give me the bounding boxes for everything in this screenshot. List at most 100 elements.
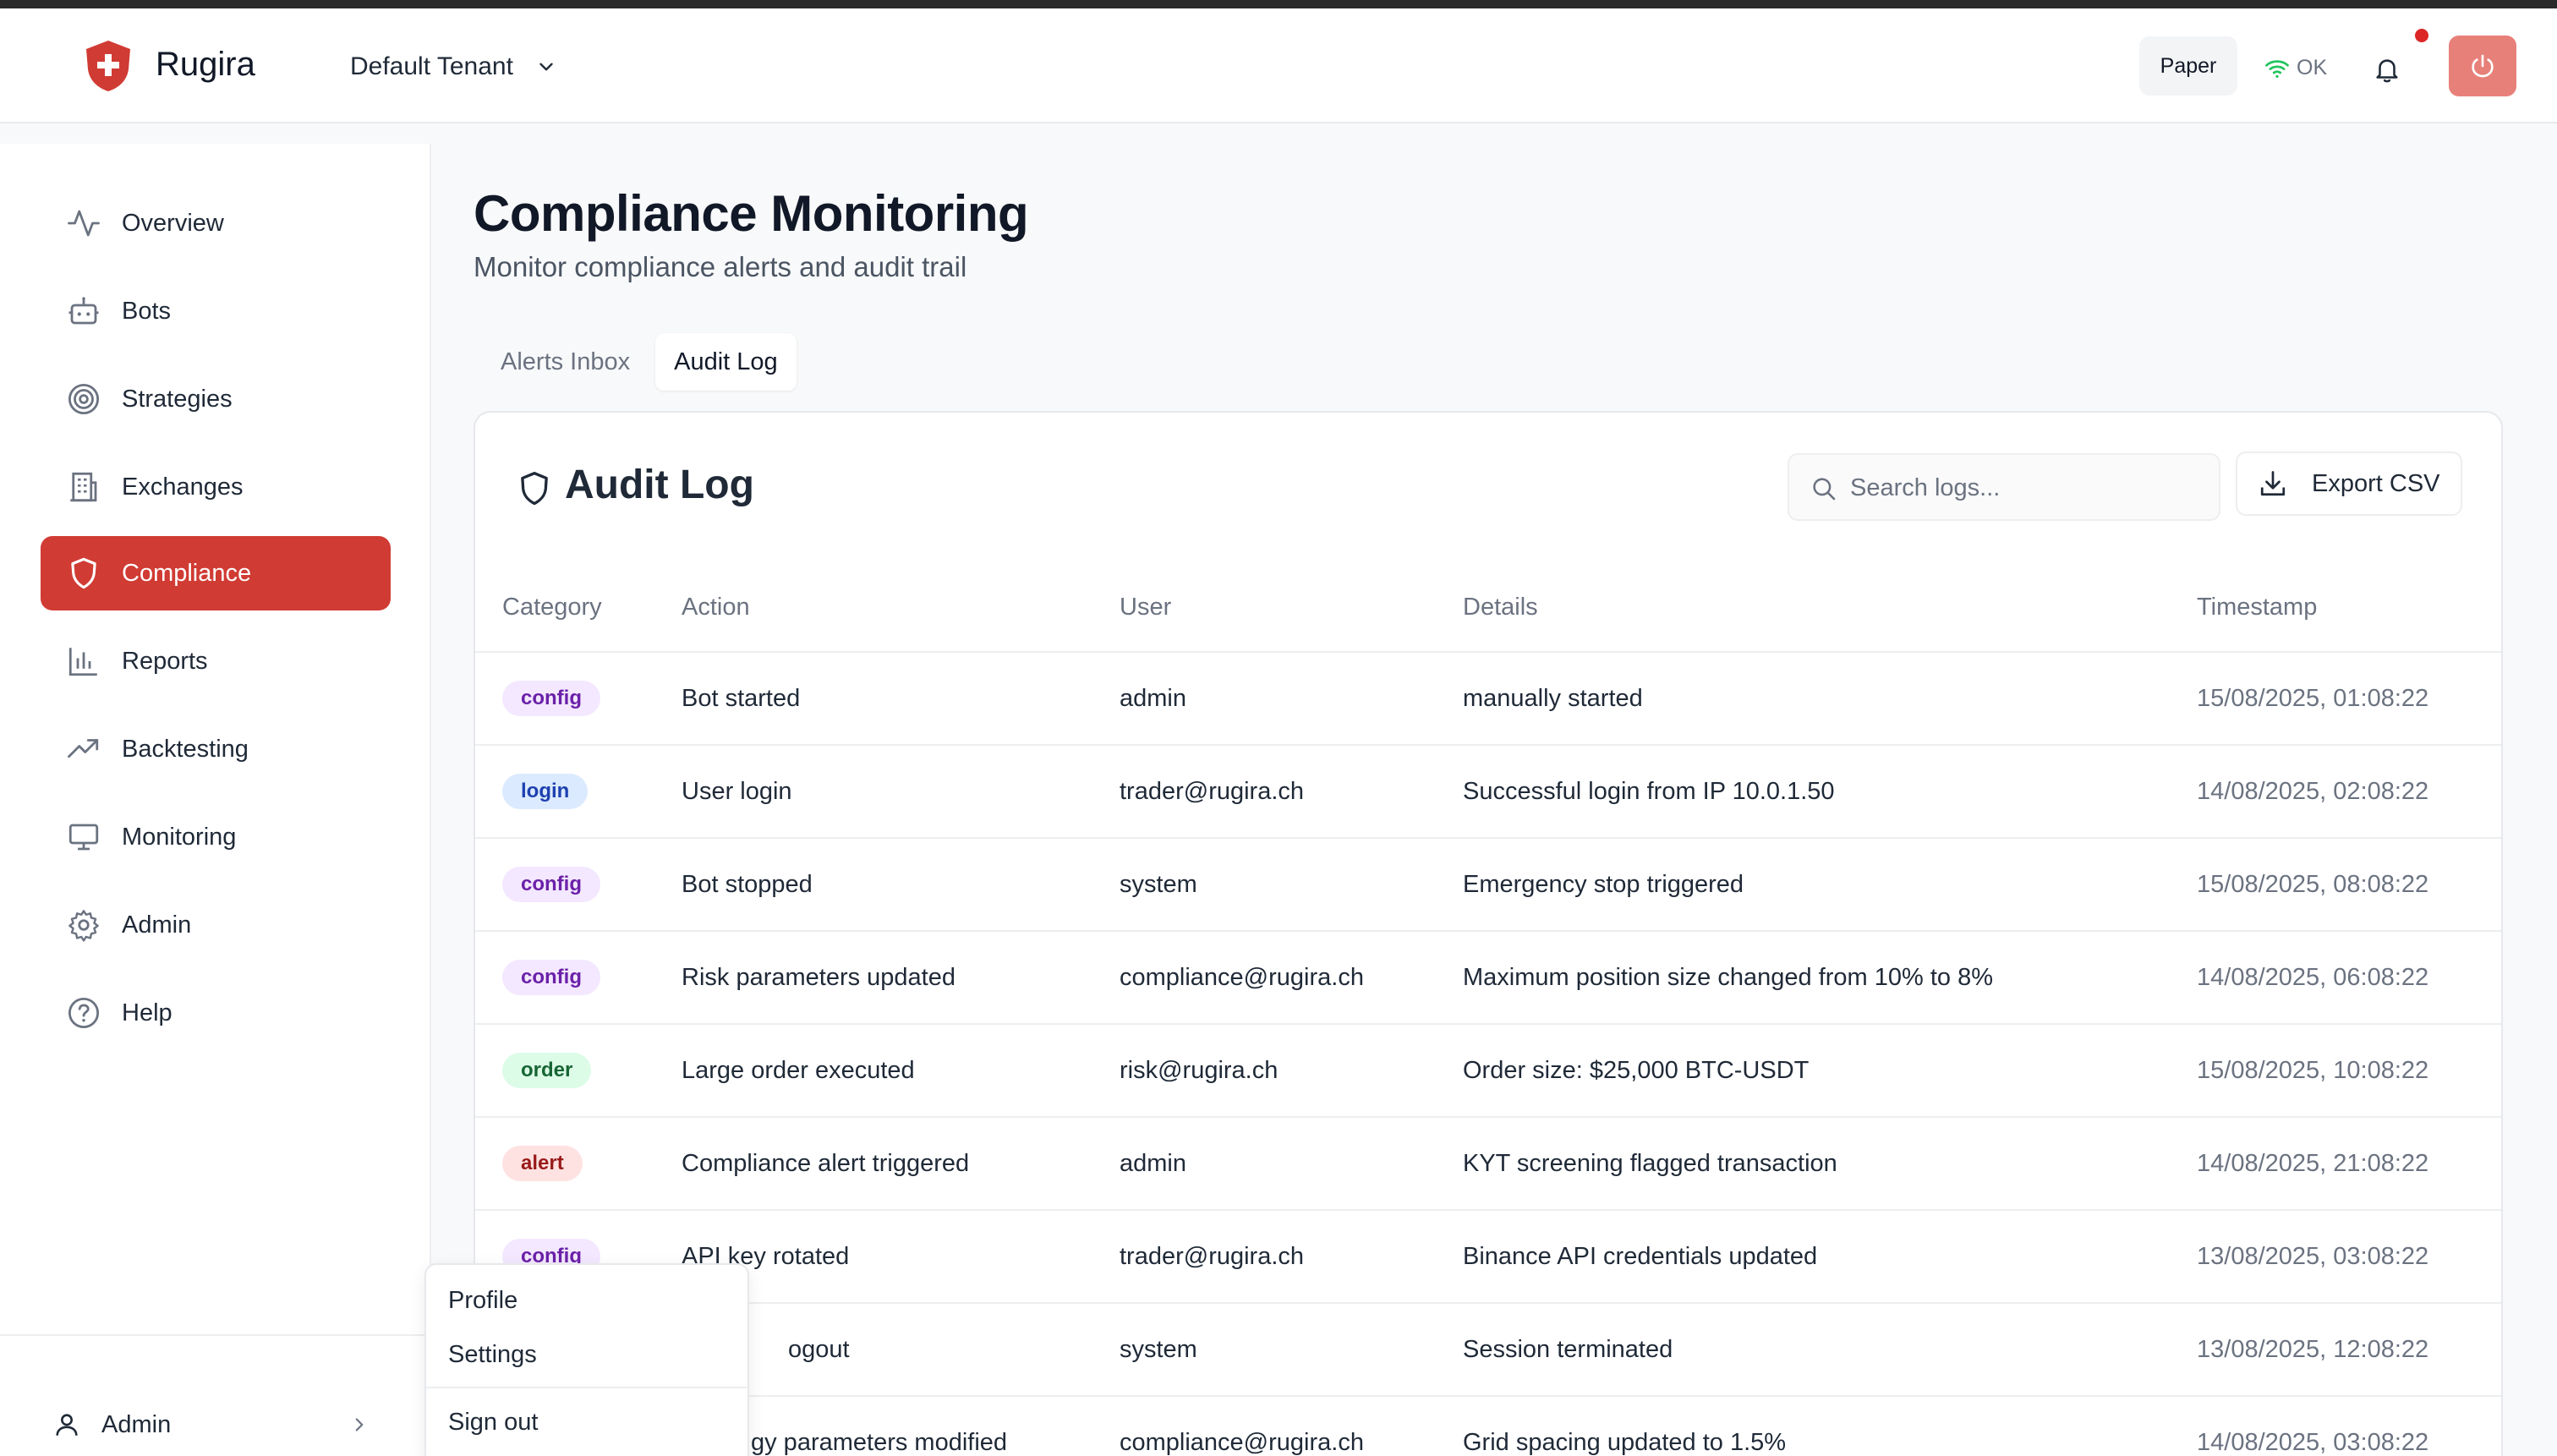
details-cell: Emergency stop triggered	[1463, 871, 1744, 898]
details-cell: Successful login from IP 10.0.1.50	[1463, 778, 1835, 805]
timestamp-cell: 15/08/2025, 08:08:22	[2197, 871, 2429, 898]
export-csv-button[interactable]: Export CSV	[2236, 452, 2462, 516]
sidebar-item-backtesting[interactable]: Backtesting	[41, 712, 391, 786]
activity-icon	[68, 210, 100, 237]
search-icon	[1813, 478, 1836, 501]
page-subtitle: Monitor compliance alerts and audit trai…	[474, 251, 967, 282]
category-badge: config	[502, 960, 600, 995]
sidebar: Overview Bots Strategies Exchanges Compl…	[0, 144, 431, 1456]
shield-icon	[521, 472, 548, 506]
column-header-details[interactable]: Details	[1463, 594, 1538, 621]
search-box	[1788, 453, 2220, 521]
menu-item-sign-out[interactable]: Sign out	[448, 1409, 538, 1437]
audit-log-card: Audit Log Export CSV Category Action Use…	[474, 411, 2503, 1456]
building-icon	[70, 472, 97, 502]
table-row[interactable]: config API key rotated trader@rugira.ch …	[475, 1211, 2501, 1304]
trending-up-icon	[68, 739, 99, 758]
sidebar-item-bots[interactable]: Bots	[41, 274, 391, 348]
monitor-icon	[68, 824, 99, 851]
details-cell: Binance API credentials updated	[1463, 1243, 1818, 1270]
gear-icon	[68, 910, 99, 942]
sidebar-item-strategies[interactable]: Strategies	[41, 362, 391, 436]
column-header-action[interactable]: Action	[682, 594, 750, 621]
user-cell: system	[1120, 871, 1197, 898]
action-cell: User login	[682, 778, 792, 805]
column-header-user[interactable]: User	[1120, 594, 1171, 621]
card-title: Audit Log	[565, 463, 754, 507]
timestamp-cell: 13/08/2025, 12:08:22	[2197, 1336, 2429, 1363]
sidebar-item-label: Exchanges	[122, 473, 244, 501]
sidebar-item-label: Compliance	[122, 559, 252, 587]
table-row[interactable]: alert Compliance alert triggered admin K…	[475, 1118, 2501, 1211]
bar-chart-icon	[68, 648, 97, 676]
user-cell: compliance@rugira.ch	[1120, 964, 1364, 991]
action-cell: Risk parameters updated	[682, 964, 955, 991]
sidebar-item-reports[interactable]: Reports	[41, 624, 391, 698]
sidebar-item-label: Bots	[122, 297, 172, 325]
column-header-timestamp[interactable]: Timestamp	[2197, 594, 2317, 621]
tenant-label: Default Tenant	[350, 52, 513, 80]
details-cell: KYT screening flagged transaction	[1463, 1150, 1837, 1177]
timestamp-cell: 14/08/2025, 02:08:22	[2197, 778, 2429, 805]
details-cell: Maximum position size changed from 10% t…	[1463, 964, 1994, 991]
user-cell: system	[1120, 1336, 1197, 1363]
timestamp-cell: 14/08/2025, 06:08:22	[2197, 964, 2429, 991]
user-icon	[56, 1414, 78, 1436]
sidebar-item-label: Strategies	[122, 385, 233, 413]
table-row[interactable]: config Bot stopped system Emergency stop…	[475, 839, 2501, 932]
table-row[interactable]: config Bot started admin manually starte…	[475, 653, 2501, 746]
sidebar-item-label: Monitoring	[122, 823, 237, 851]
bot-icon	[68, 297, 99, 325]
status-label: OK	[2297, 56, 2328, 79]
table-row[interactable]: config Risk parameters updated complianc…	[475, 932, 2501, 1025]
sidebar-item-admin[interactable]: Admin	[41, 888, 391, 962]
window-top-strip	[0, 0, 2557, 8]
sidebar-divider	[0, 1334, 430, 1336]
brand-name: Rugira	[156, 46, 255, 83]
user-cell: compliance@rugira.ch	[1120, 1429, 1364, 1456]
target-icon	[68, 383, 100, 415]
menu-item-settings[interactable]: Settings	[448, 1341, 537, 1369]
table-row[interactable]: ogout system Session terminated 13/08/20…	[475, 1304, 2501, 1397]
shield-logo-icon	[86, 41, 130, 91]
timestamp-cell: 15/08/2025, 10:08:22	[2197, 1057, 2429, 1084]
category-badge: login	[502, 774, 589, 809]
user-menu-trigger[interactable]: Admin	[34, 1395, 389, 1454]
timestamp-cell: 13/08/2025, 03:08:22	[2197, 1243, 2429, 1270]
sidebar-item-monitoring[interactable]: Monitoring	[41, 800, 391, 874]
details-cell: Order size: $25,000 BTC-USDT	[1463, 1057, 1810, 1084]
tab-audit-log[interactable]: Audit Log	[655, 333, 797, 391]
table-header: Category Action User Details Timestamp	[475, 568, 2501, 653]
details-cell: Session terminated	[1463, 1336, 1673, 1363]
search-input[interactable]	[1850, 467, 2205, 509]
table-row[interactable]: order Large order executed risk@rugira.c…	[475, 1025, 2501, 1118]
action-cell: Compliance alert triggered	[682, 1150, 970, 1177]
table-row[interactable]: gy parameters modified compliance@rugira…	[475, 1397, 2501, 1456]
sidebar-item-label: Overview	[122, 209, 224, 237]
details-cell: manually started	[1463, 685, 1643, 712]
tenant-selector[interactable]: Default Tenant	[350, 46, 557, 88]
menu-item-profile[interactable]: Profile	[448, 1287, 517, 1315]
user-cell: admin	[1120, 1150, 1186, 1177]
audit-log-table: Category Action User Details Timestamp c…	[475, 568, 2501, 1456]
export-csv-label: Export CSV	[2312, 469, 2440, 497]
timestamp-cell: 14/08/2025, 21:08:22	[2197, 1150, 2429, 1177]
user-name: Admin	[101, 1410, 172, 1438]
power-button[interactable]	[2449, 36, 2516, 96]
sidebar-item-help[interactable]: Help	[41, 976, 391, 1050]
notification-dot	[2415, 29, 2428, 42]
sidebar-item-compliance[interactable]: Compliance	[41, 536, 391, 610]
table-row[interactable]: login User login trader@rugira.ch Succes…	[475, 746, 2501, 839]
page-title: Compliance Monitoring	[474, 185, 1029, 242]
column-header-category[interactable]: Category	[502, 594, 602, 621]
sidebar-item-overview[interactable]: Overview	[41, 186, 391, 260]
chevron-down-icon	[539, 63, 553, 71]
sidebar-item-label: Backtesting	[122, 735, 249, 763]
sidebar-item-exchanges[interactable]: Exchanges	[41, 450, 391, 524]
category-badge: alert	[502, 1146, 583, 1181]
bell-icon[interactable]	[2373, 56, 2401, 85]
timestamp-cell: 14/08/2025, 03:08:22	[2197, 1429, 2429, 1456]
trading-mode-badge[interactable]: Paper	[2139, 36, 2237, 96]
tab-alerts-inbox[interactable]: Alerts Inbox	[482, 333, 649, 391]
sidebar-item-label: Help	[122, 999, 172, 1026]
